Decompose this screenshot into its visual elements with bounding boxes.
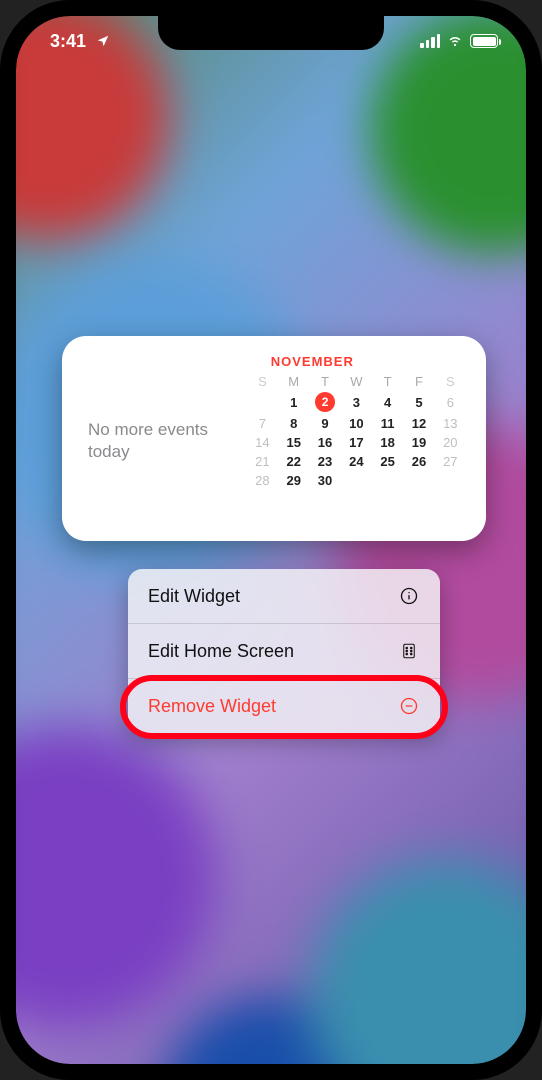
calendar-day: 22: [278, 452, 309, 471]
calendar-day: 1: [278, 390, 309, 414]
calendar-day: 11: [372, 414, 403, 433]
month-label: NOVEMBER: [271, 354, 466, 369]
calendar-day: .: [372, 471, 403, 490]
menu-item-label: Edit Home Screen: [148, 641, 294, 662]
calendar-day: 9: [309, 414, 340, 433]
calendar-row: 21222324252627: [247, 452, 466, 471]
calendar-day: 29: [278, 471, 309, 490]
calendar-day: .: [435, 471, 466, 490]
calendar-day: 28: [247, 471, 278, 490]
weekday-header: T: [309, 373, 340, 390]
widget-empty-state: No more events today: [88, 354, 247, 527]
remove-widget-menu-item[interactable]: Remove Widget: [128, 679, 440, 733]
screen: 3:41 No more events today NOVEMBER S: [16, 16, 526, 1064]
calendar-day: 16: [309, 433, 340, 452]
status-left: 3:41: [50, 30, 114, 52]
calendar-day: 10: [341, 414, 372, 433]
menu-item-label: Remove Widget: [148, 696, 276, 717]
weekday-header: T: [372, 373, 403, 390]
calendar-day: 15: [278, 433, 309, 452]
iphone-frame: 3:41 No more events today NOVEMBER S: [0, 0, 542, 1080]
notch: [158, 16, 384, 50]
calendar-day: 4: [372, 390, 403, 414]
calendar-row: 14151617181920: [247, 433, 466, 452]
calendar-day: 20: [435, 433, 466, 452]
calendar-day: .: [403, 471, 434, 490]
calendar-day: 12: [403, 414, 434, 433]
calendar-day: 30: [309, 471, 340, 490]
calendar-day: 7: [247, 414, 278, 433]
menu-item-label: Edit Widget: [148, 586, 240, 607]
clock-label: 3:41: [50, 31, 86, 52]
weekday-header: F: [403, 373, 434, 390]
status-right: [420, 30, 498, 53]
calendar-day: 17: [341, 433, 372, 452]
weekday-header-row: SMTWTFS: [247, 373, 466, 390]
no-events-label: No more events today: [88, 419, 237, 462]
calendar-day: 24: [341, 452, 372, 471]
calendar-day: 5: [403, 390, 434, 414]
calendar-day: 3: [341, 390, 372, 414]
calendar-row: 78910111213: [247, 414, 466, 433]
calendar-day: 21: [247, 452, 278, 471]
weekday-header: M: [278, 373, 309, 390]
edit-home-screen-menu-item[interactable]: Edit Home Screen: [128, 624, 440, 679]
calendar-table: SMTWTFS .1234567891011121314151617181920…: [247, 373, 466, 490]
battery-full-icon: [470, 34, 498, 48]
calendar-day: 18: [372, 433, 403, 452]
calendar-day: .: [247, 390, 278, 414]
weekday-header: S: [247, 373, 278, 390]
cellular-signal-icon: [420, 34, 440, 48]
calendar-day: 6: [435, 390, 466, 414]
calendar-day: 14: [247, 433, 278, 452]
widget-context-menu: Edit Widget Edit Home Screen Remove Widget: [128, 569, 440, 733]
calendar-grid: NOVEMBER SMTWTFS .1234567891011121314151…: [247, 354, 466, 527]
calendar-row: 282930....: [247, 471, 466, 490]
wifi-icon: [446, 30, 464, 53]
calendar-day: 27: [435, 452, 466, 471]
calendar-day-today: 2: [309, 390, 340, 414]
calendar-day: .: [341, 471, 372, 490]
weekday-header: S: [435, 373, 466, 390]
apps-grid-icon: [398, 640, 420, 662]
edit-widget-menu-item[interactable]: Edit Widget: [128, 569, 440, 624]
calendar-day: 8: [278, 414, 309, 433]
info-circle-icon: [398, 585, 420, 607]
calendar-day: 26: [403, 452, 434, 471]
calendar-row: .123456: [247, 390, 466, 414]
calendar-day: 19: [403, 433, 434, 452]
weekday-header: W: [341, 373, 372, 390]
calendar-widget[interactable]: No more events today NOVEMBER SMTWTFS .1…: [62, 336, 486, 541]
location-arrow-icon: [92, 30, 114, 52]
calendar-day: 23: [309, 452, 340, 471]
minus-circle-icon: [398, 695, 420, 717]
calendar-day: 25: [372, 452, 403, 471]
calendar-day: 13: [435, 414, 466, 433]
